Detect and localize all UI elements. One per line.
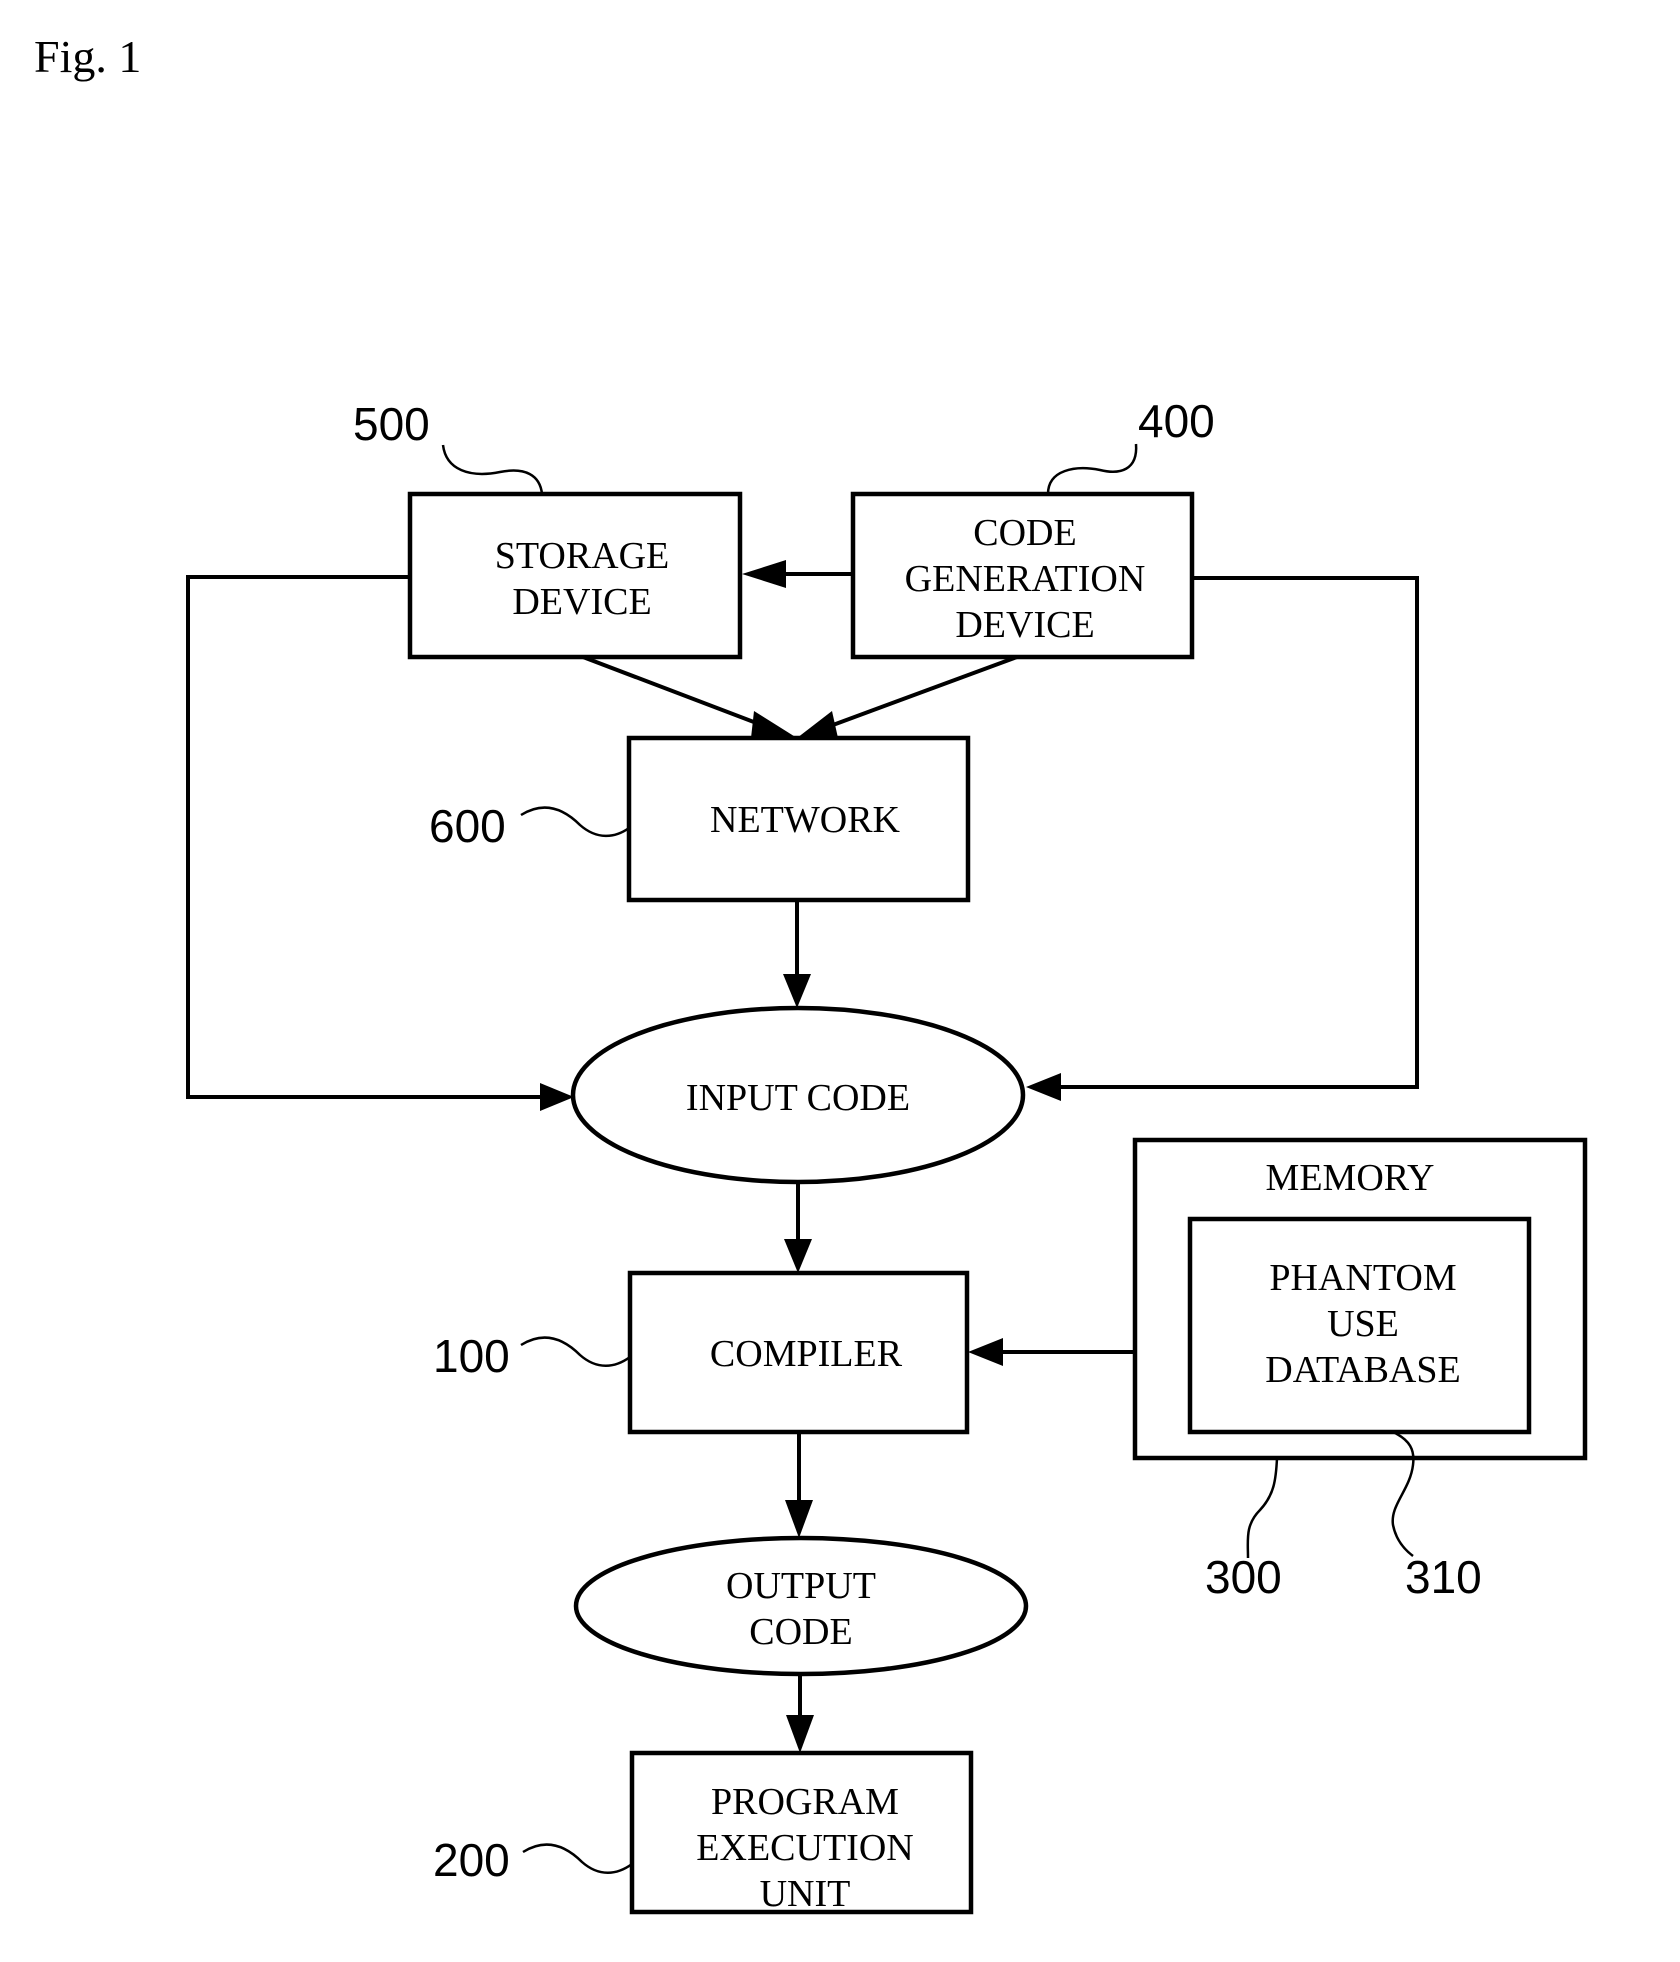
node-label-line: EXECUTION	[696, 1827, 913, 1869]
node-label-line: STORAGE	[495, 535, 670, 577]
node-label-line: CODE	[973, 512, 1076, 554]
arrowhead-icon	[786, 1715, 814, 1753]
node-code-generation-device[interactable]: CODE GENERATION DEVICE	[850, 491, 1195, 660]
ref-numeral-database: 310	[1405, 1551, 1482, 1603]
arrowhead-icon	[785, 1500, 813, 1538]
leader-line	[522, 1843, 633, 1874]
arrowhead-icon	[783, 974, 811, 1008]
leader-line	[520, 806, 630, 838]
ref-numeral-storage: 500	[353, 398, 430, 450]
node-output-code[interactable]: OUTPUT CODE	[573, 1535, 1029, 1677]
node-label-line: COMPILER	[710, 1333, 903, 1375]
ref-numeral-memory: 300	[1205, 1551, 1282, 1603]
ref-numeral-compiler: 100	[433, 1330, 510, 1382]
node-label-line: OUTPUT	[726, 1565, 876, 1607]
node-label-line: CODE	[749, 1611, 852, 1653]
node-label-line: MEMORY	[1266, 1157, 1435, 1199]
node-label-line: NETWORK	[710, 799, 901, 841]
arrowhead-icon	[742, 560, 786, 588]
node-label-line: DEVICE	[512, 581, 651, 623]
leader-line	[441, 444, 544, 495]
arrowhead-icon	[784, 1239, 812, 1273]
ref-numeral-network: 600	[429, 800, 506, 852]
node-label-line: INPUT CODE	[686, 1077, 910, 1119]
leader-line	[1246, 1457, 1279, 1559]
edge-storage-to-network	[582, 655, 781, 734]
ref-numeral-codegen: 400	[1138, 395, 1215, 447]
arrowhead-icon	[751, 711, 797, 738]
node-program-execution-unit[interactable]: PROGRAM EXECUTION UNIT	[629, 1750, 974, 1915]
ref-numeral-execution: 200	[433, 1834, 510, 1886]
arrowhead-icon	[797, 711, 838, 738]
node-phantom-use-database[interactable]: PHANTOM USE DATABASE	[1187, 1216, 1532, 1435]
leader-line	[520, 1336, 631, 1367]
node-compiler[interactable]: COMPILER	[627, 1270, 970, 1435]
node-label-line: DATABASE	[1265, 1349, 1460, 1391]
node-label-line: PROGRAM	[711, 1781, 899, 1823]
node-label-line: UNIT	[760, 1873, 851, 1915]
node-label-line: DEVICE	[955, 604, 1094, 646]
arrowhead-icon	[1026, 1073, 1061, 1101]
node-network[interactable]: NETWORK	[626, 735, 971, 903]
figure-title: Fig. 1	[34, 31, 141, 82]
node-input-code[interactable]: INPUT CODE	[570, 1005, 1026, 1185]
node-label-line: PHANTOM	[1269, 1257, 1456, 1299]
arrowhead-icon	[968, 1338, 1003, 1366]
block-diagram: Fig. 1 STORAGE DEVICE CODE GENERATION DE…	[34, 31, 1588, 1915]
node-storage-device[interactable]: STORAGE DEVICE	[407, 491, 743, 660]
arrowhead-icon	[540, 1083, 574, 1111]
edge-codegen-to-network	[813, 655, 1018, 734]
leader-line	[1046, 443, 1138, 495]
node-label-line: GENERATION	[905, 558, 1146, 600]
node-label-line: USE	[1327, 1303, 1399, 1345]
